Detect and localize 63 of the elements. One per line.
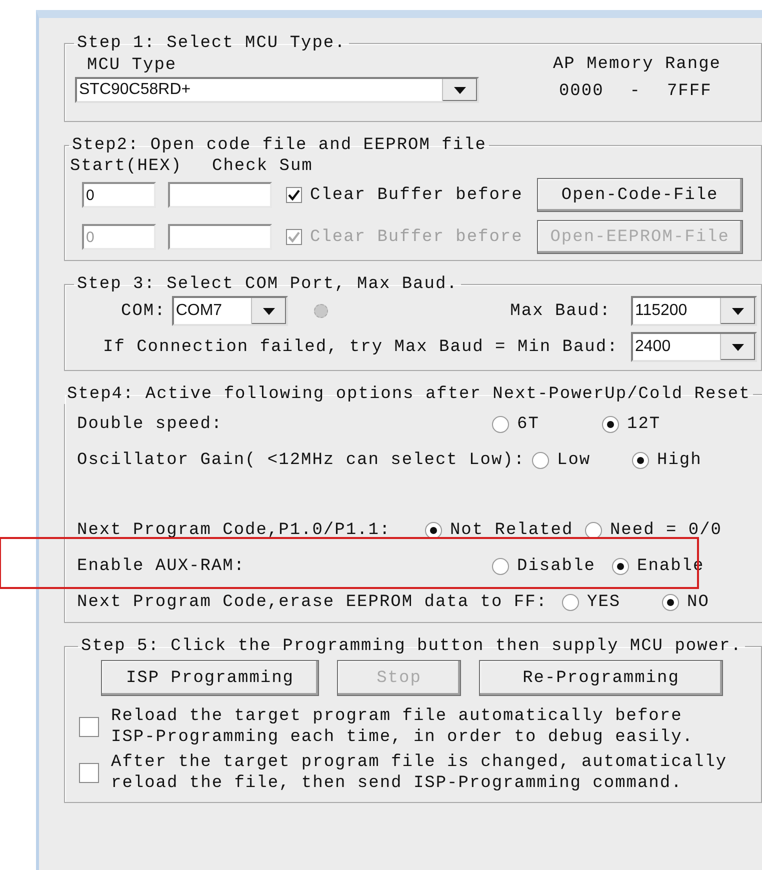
group-title: Step 3: Select COM Port, Max Baud. [77,275,458,294]
option-label: Enable AUX-RAM: [77,556,246,576]
radio-button[interactable] [612,558,629,574]
group-title: Step 1: Select MCU Type. [77,34,346,53]
check-icon [288,189,300,201]
radio-button[interactable] [562,594,579,610]
radio-label: NO [687,592,710,612]
max-baud-label: Max Baud: [510,302,611,320]
checksum-field[interactable] [168,182,272,208]
start-address-field[interactable]: 0 [82,182,156,208]
dropdown-arrow-icon [454,86,466,94]
min-baud-label: If Connection failed, try Max Baud = Min Baud: [103,338,618,356]
checkbox-label: Reload the target program file automatically before ISP-Programming each time, in order to debug easily. [111,706,694,748]
checkbox[interactable] [286,187,302,203]
checkbox-label: Clear Buffer before [310,228,523,246]
dropdown-arrow-icon [732,344,744,350]
checksum-field[interactable] [168,224,272,250]
checkbox-label: Clear Buffer before [310,186,523,204]
radio-label: 6T [517,414,540,434]
radio-button[interactable] [492,416,509,432]
programming-button[interactable]: ISP Programming [101,660,319,696]
radio-label: Disable [517,556,596,576]
radio-label: 12T [627,414,661,434]
range-start: 0000 [558,82,604,101]
radio-label: YES [587,592,621,612]
radio-button[interactable] [424,522,442,538]
com-port-dropdown[interactable]: COM7 [172,296,288,326]
option-label: Double speed: [77,414,224,434]
check-icon [288,231,300,243]
open-file-button[interactable]: Open-Code-File [536,178,743,212]
min-baud-dropdown[interactable]: 2400 [631,332,757,362]
radio-label: Need = 0/0 [610,520,722,540]
checkbox[interactable] [79,717,99,737]
programming-button[interactable]: Re-Programming [479,660,723,696]
radio-button[interactable] [492,558,509,574]
status-led-icon [314,304,328,318]
dropdown-arrow-icon [732,308,744,314]
checkbox[interactable] [79,763,99,783]
radio-button[interactable] [532,452,549,468]
dropdown-arrow-icon [262,308,275,314]
option-label: Next Program Code,P1.0/P1.1: [77,520,392,540]
radio-button[interactable] [632,452,649,468]
range-label: AP Memory Range [552,55,721,74]
com-label: COM: [121,302,166,320]
checkbox-label: After the target program file is changed, automatically reload the file, then send ISP-Programming command. [111,752,728,794]
column-label: Start(HEX) [70,157,182,176]
radio-button[interactable] [602,416,619,432]
radio-button[interactable] [662,594,679,610]
group-title: Step2: Open code file and EEPROM file [72,136,486,155]
option-label: Oscillator Gain( <12MHz can select Low): [77,450,526,470]
radio-label: High [657,450,702,470]
radio-button[interactable] [584,522,602,538]
group-title: Step 5: Click the Programming button then supply MCU power. [81,637,742,656]
max-baud-dropdown[interactable]: 115200 [631,296,757,326]
mcu-type-dropdown[interactable]: STC90C58RD+ [75,77,479,103]
column-label: Check Sum [212,157,313,176]
field-label: MCU Type [87,56,178,75]
range-end: 7FFF [666,82,712,101]
radio-label: Low [557,450,591,470]
group-title: Step4: Active following options after Next-PowerUp/Cold Reset [67,385,750,404]
range-separator: - [630,82,641,101]
radio-label: Not Related [450,520,574,540]
option-label: Next Program Code,erase EEPROM data to FF: [77,592,548,612]
